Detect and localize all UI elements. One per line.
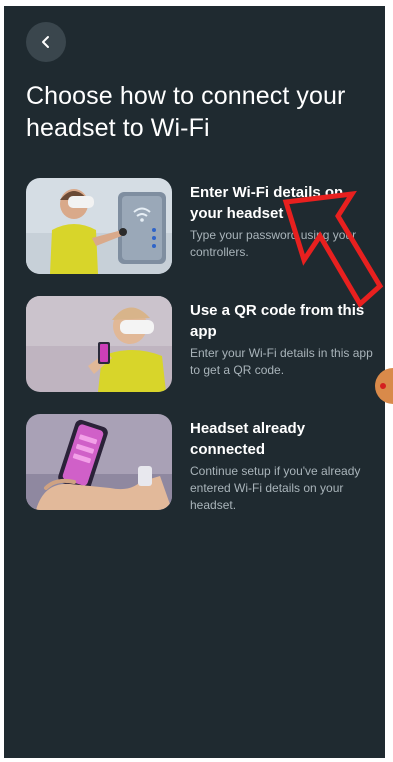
phone-in-hand-illustration (26, 414, 172, 510)
qr-code-illustration (26, 296, 172, 392)
page-title: Choose how to connect your headset to Wi… (26, 82, 346, 142)
chevron-left-icon (42, 36, 49, 48)
annotation-arrow-icon (268, 186, 388, 312)
option-description: Enter your Wi-Fi details in this app to … (190, 346, 373, 377)
connect-wifi-screen: Choose how to connect your headset to Wi… (4, 6, 385, 758)
option-description: Continue setup if you've already entered… (190, 464, 361, 512)
option-heading: Headset already connected (190, 420, 306, 458)
back-button[interactable] (26, 22, 66, 62)
handle-dot-icon (380, 383, 386, 389)
headset-wifi-illustration (26, 178, 172, 274)
option-headset-already-connected[interactable]: Headset already connected Continue setup… (26, 414, 376, 514)
